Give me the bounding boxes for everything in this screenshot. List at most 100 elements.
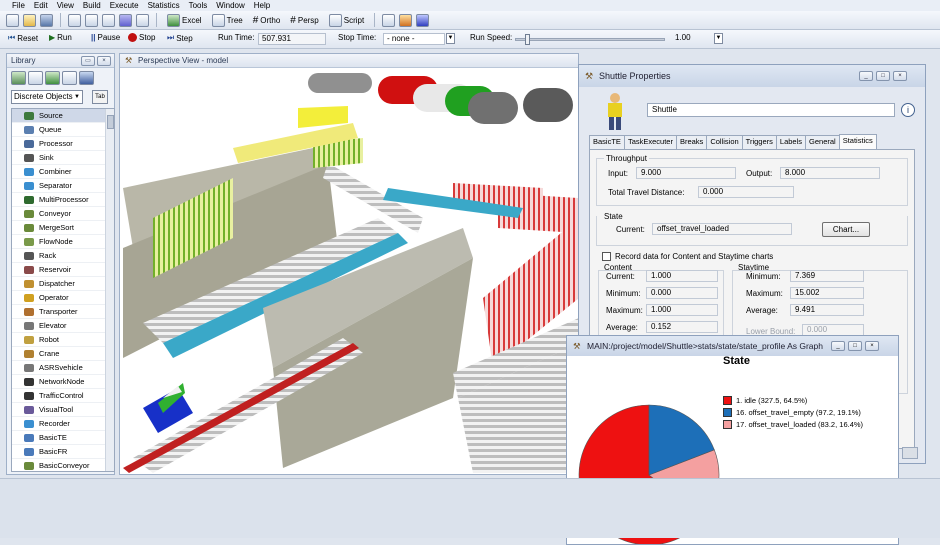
group-objects-icon[interactable] xyxy=(136,13,149,27)
library-item[interactable]: Elevator xyxy=(12,319,114,333)
library-item[interactable]: TrafficControl xyxy=(12,389,114,403)
networknode-icon xyxy=(24,378,34,386)
library-item[interactable]: Conveyor xyxy=(12,207,114,221)
run-speed-value: 1.00 xyxy=(675,33,691,42)
stop-button[interactable]: Stop xyxy=(128,33,155,42)
library-category-select[interactable]: Discrete Objects ▼ xyxy=(11,90,83,104)
tab-taskexecuter[interactable]: TaskExecuter xyxy=(623,135,677,149)
menu-help[interactable]: Help xyxy=(254,0,270,11)
library-item[interactable]: FlowNode xyxy=(12,235,114,249)
tab-statistics[interactable]: Statistics xyxy=(838,134,877,149)
menu-execute[interactable]: Execute xyxy=(110,0,139,11)
library-view-icon[interactable] xyxy=(11,71,26,85)
3d-model-canvas[interactable] xyxy=(123,68,579,473)
tab-basicte[interactable]: BasicTE xyxy=(589,135,625,149)
library-item[interactable]: ASRSvehicle xyxy=(12,361,114,375)
library-item[interactable]: Rack xyxy=(12,249,114,263)
tab-labels[interactable]: Labels xyxy=(775,135,807,149)
chevron-down-icon[interactable]: ▼ xyxy=(714,33,723,44)
library-edit-icon[interactable] xyxy=(79,71,94,85)
library-item[interactable]: Crane xyxy=(12,347,114,361)
menu-tools[interactable]: Tools xyxy=(189,0,208,11)
library-user-icon[interactable] xyxy=(45,71,60,85)
apply-button-edge[interactable] xyxy=(902,447,918,459)
legend-entry: 1. idle (327.5, 64.5%) xyxy=(723,396,807,405)
tree-icon xyxy=(211,13,225,27)
object-name-field[interactable]: Shuttle xyxy=(647,103,895,117)
step-icon: ⏭ xyxy=(167,33,175,42)
library-item-label: BasicFR xyxy=(39,447,68,456)
maximize-icon[interactable]: □ xyxy=(848,341,862,351)
experimenter-icon[interactable] xyxy=(382,13,396,27)
tab-collision[interactable]: Collision xyxy=(706,135,743,149)
dashboard-icon[interactable] xyxy=(416,13,430,27)
create-object-icon[interactable] xyxy=(119,13,132,27)
menu-statistics[interactable]: Statistics xyxy=(148,0,180,11)
library-item[interactable]: MergeSort xyxy=(12,221,114,235)
select-mode-icon[interactable] xyxy=(68,13,81,27)
open-folder-icon[interactable] xyxy=(23,13,36,27)
disconnect-objects-icon[interactable] xyxy=(102,13,115,27)
chevron-down-icon[interactable]: ▼ xyxy=(446,33,455,44)
processor-icon xyxy=(24,140,34,148)
pause-button[interactable]: || Pause xyxy=(91,33,120,42)
library-item[interactable]: Source xyxy=(12,109,114,123)
script-button[interactable]: Script xyxy=(326,13,367,27)
close-icon[interactable]: × xyxy=(97,56,111,66)
library-item[interactable]: VisualTool xyxy=(12,403,114,417)
maximize-icon[interactable]: □ xyxy=(876,71,890,81)
excel-button[interactable]: Excel xyxy=(164,13,205,27)
stop-time-select[interactable]: - none - xyxy=(383,33,445,45)
minimize-icon[interactable]: _ xyxy=(831,341,845,351)
library-load-icon[interactable] xyxy=(28,71,43,85)
menu-file[interactable]: File xyxy=(12,0,25,11)
save-icon[interactable] xyxy=(40,13,53,27)
library-item[interactable]: Robot xyxy=(12,333,114,347)
library-item-label: MultiProcessor xyxy=(39,195,89,204)
library-item[interactable]: Operator xyxy=(12,291,114,305)
new-file-icon[interactable] xyxy=(6,13,19,27)
menu-edit[interactable]: Edit xyxy=(34,0,48,11)
library-tab-button[interactable]: Tab xyxy=(92,90,108,104)
run-button[interactable]: ▶ Run xyxy=(49,33,72,42)
library-item[interactable]: BasicConveyor xyxy=(12,459,114,471)
slider-thumb[interactable] xyxy=(525,34,530,45)
menu-window[interactable]: Window xyxy=(216,0,244,11)
library-item[interactable]: BasicFR xyxy=(12,445,114,459)
tab-breaks[interactable]: Breaks xyxy=(675,135,708,149)
record-data-checkbox[interactable] xyxy=(602,252,611,261)
help-icon[interactable]: i xyxy=(901,103,915,117)
optimizer-icon[interactable] xyxy=(399,13,413,27)
library-item[interactable]: NetworkNode xyxy=(12,375,114,389)
close-icon[interactable]: × xyxy=(865,341,879,351)
menu-view[interactable]: View xyxy=(57,0,74,11)
run-speed-slider[interactable] xyxy=(515,34,665,45)
library-item[interactable]: MultiProcessor xyxy=(12,193,114,207)
restore-icon[interactable]: ▭ xyxy=(81,56,95,66)
library-item[interactable]: Transporter xyxy=(12,305,114,319)
ortho-button[interactable]: # Ortho xyxy=(250,15,284,26)
tree-button[interactable]: Tree xyxy=(209,13,246,27)
library-scrollbar[interactable] xyxy=(105,109,114,471)
minimize-icon[interactable]: _ xyxy=(859,71,873,81)
library-item[interactable]: BasicTE xyxy=(12,431,114,445)
connect-objects-icon[interactable] xyxy=(85,13,98,27)
library-tree-icon[interactable] xyxy=(62,71,77,85)
library-item[interactable]: Dispatcher xyxy=(12,277,114,291)
tab-general[interactable]: General xyxy=(805,135,840,149)
library-item[interactable]: Combiner xyxy=(12,165,114,179)
scrollbar-thumb[interactable] xyxy=(107,115,114,129)
library-item[interactable]: Queue xyxy=(12,123,114,137)
close-icon[interactable]: × xyxy=(893,71,907,81)
menu-build[interactable]: Build xyxy=(83,0,101,11)
library-item[interactable]: Sink xyxy=(12,151,114,165)
library-item[interactable]: Processor xyxy=(12,137,114,151)
step-button[interactable]: ⏭ Step xyxy=(167,33,193,43)
library-item[interactable]: Reservoir xyxy=(12,263,114,277)
library-item[interactable]: Recorder xyxy=(12,417,114,431)
library-item[interactable]: Separator xyxy=(12,179,114,193)
tab-triggers[interactable]: Triggers xyxy=(741,135,777,149)
persp-button[interactable]: # Persp xyxy=(287,15,321,26)
chart-button[interactable]: Chart... xyxy=(822,222,870,237)
reset-button[interactable]: ⏮ Reset xyxy=(8,33,38,43)
